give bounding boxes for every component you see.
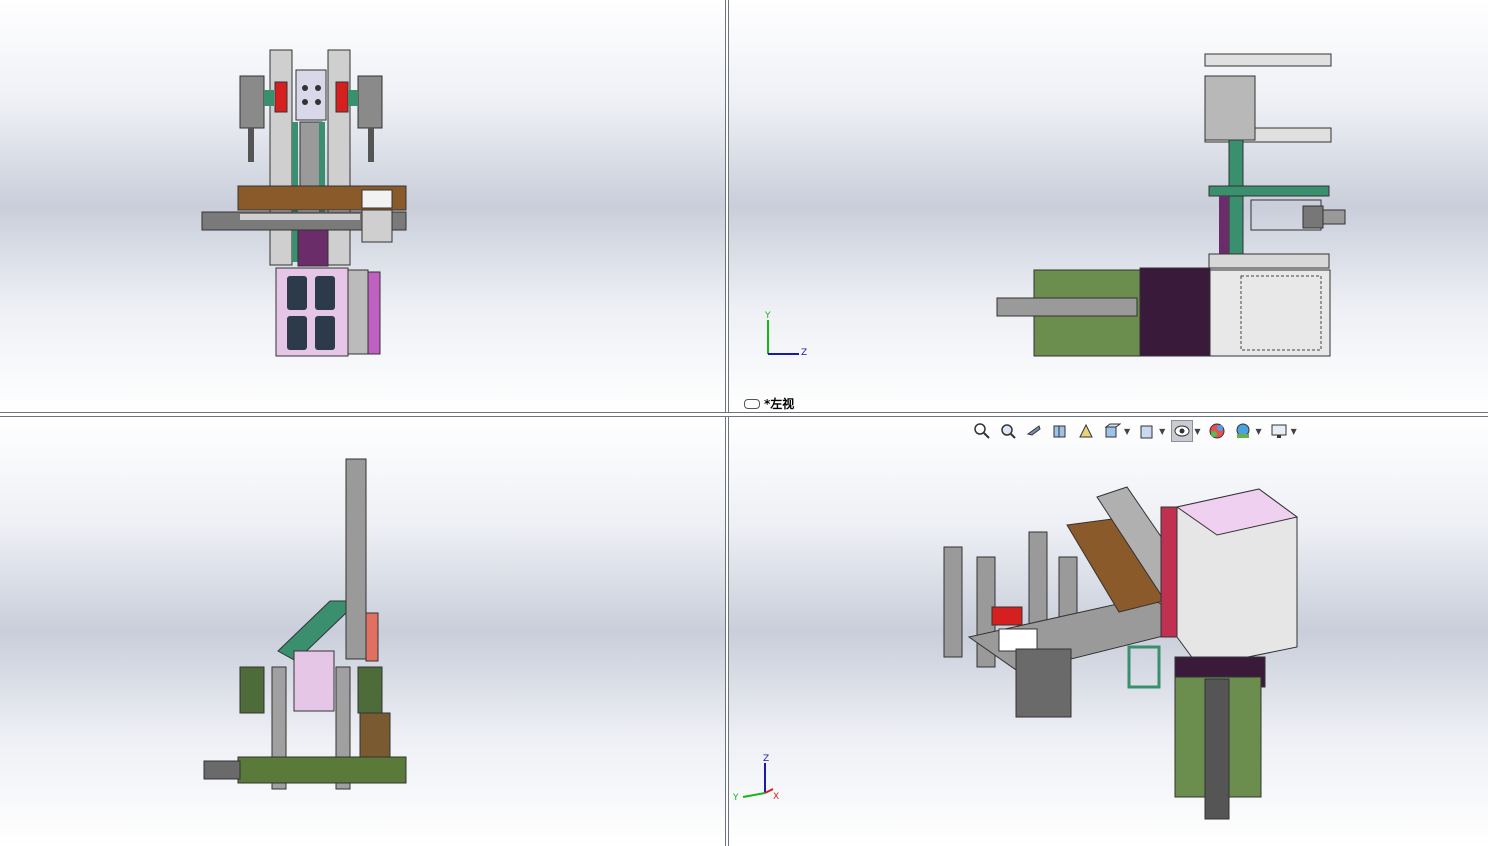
model-top-view[interactable]: [0, 417, 725, 846]
viewport-bottom-right[interactable]: ▼ ▼ ▼ ▼ ▼ Z Y X: [729, 417, 1488, 846]
triad-left-view: Y Z: [764, 311, 807, 358]
triad-iso-view: Z Y X: [732, 754, 779, 803]
viewport-splitter-vertical[interactable]: [725, 0, 729, 846]
viewport-bottom-left[interactable]: [0, 417, 725, 846]
triad-up-label: Z: [763, 754, 769, 764]
model-isometric-view[interactable]: [729, 417, 1488, 846]
triad-left-label: Y: [732, 793, 739, 803]
link-views-icon[interactable]: [744, 398, 760, 409]
model-left-view[interactable]: [729, 0, 1488, 412]
triad-right-label: Z: [801, 348, 807, 358]
triad-right-label: X: [773, 792, 779, 802]
viewport-top-right[interactable]: Y Z *左视: [729, 0, 1488, 412]
viewport-top-left[interactable]: [0, 0, 725, 412]
model-front-view[interactable]: [0, 0, 725, 412]
view-name-text: *左视: [764, 397, 795, 411]
viewport-splitter-horizontal[interactable]: [0, 412, 1488, 417]
view-name-label: *左视: [744, 395, 794, 412]
triad-up-label: Y: [764, 311, 771, 321]
